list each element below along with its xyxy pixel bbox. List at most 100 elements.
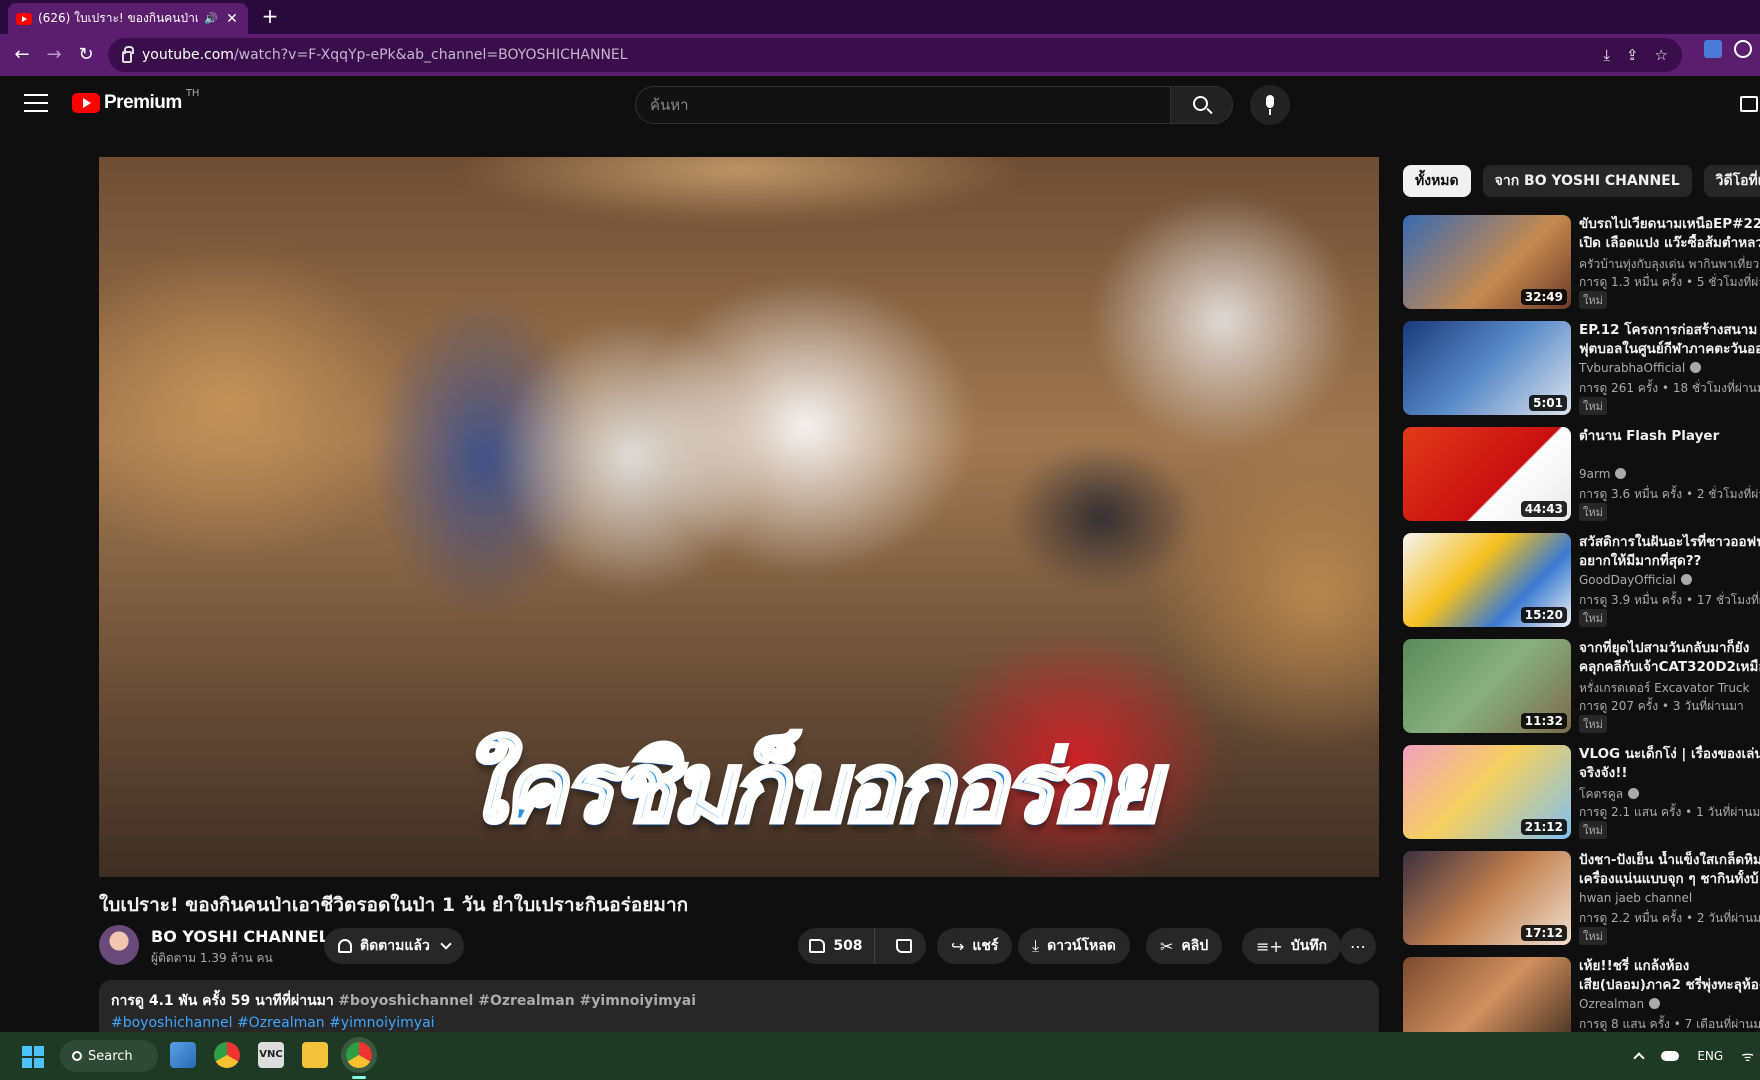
youtube-logo[interactable]: Premium TH (72, 88, 199, 114)
share-button[interactable]: ↪ แชร์ (937, 928, 1013, 964)
recommendations-list: 32:49 ขับรถไปเวียดนามเหนือEP#22 เเปิด เลื… (1403, 215, 1760, 1063)
language-indicator[interactable]: ENG (1697, 1049, 1723, 1063)
video-thumbnail[interactable]: 5:01 (1403, 321, 1571, 415)
like-dislike-group: 508 (798, 928, 926, 964)
description-box[interactable]: การดู 4.1 พัน ครั้ง 59 นาทีที่ผ่านมา #bo… (99, 980, 1379, 1040)
verified-check-icon (1649, 998, 1661, 1009)
save-label: บันทึก (1290, 938, 1327, 954)
video-thumbnail[interactable]: 32:49 (1403, 215, 1571, 309)
recommended-video-title[interactable]: เห้ย!!ชรี่ แกล้งห้อง เสีย(ปลอม)ภาค2 ชรี่พ… (1579, 957, 1760, 995)
reload-icon[interactable]: ↻ (70, 39, 102, 71)
subscribe-label: ติดตามแล้ว (360, 938, 430, 954)
download-label: ดาวน์โหลด (1047, 938, 1116, 954)
wifi-icon[interactable]: ᯤ (1741, 1047, 1754, 1066)
windows-start-icon[interactable] (22, 1046, 44, 1068)
recommended-channel-name[interactable]: ครัวบ้านทุ่งกับลุงเด่น พากินพาเที่ยว (1579, 255, 1759, 274)
url-path: /watch?v=F-XqqYp-ePk&ab_channel=BOYOSHIC… (233, 47, 628, 63)
file-explorer-icon[interactable] (302, 1042, 328, 1068)
search-input[interactable]: ค้นหา (635, 86, 1171, 124)
recommended-video-meta: การดู 207 ครั้ง • 3 วันที่ผ่านมา (1579, 699, 1744, 713)
recommended-video-title[interactable]: ปังชา-ปังเย็น น้ำแข็งใสเกล็ดหิมะ เครื่องแ… (1579, 851, 1760, 889)
recommended-video[interactable]: 17:12 ปังชา-ปังเย็น น้ำแข็งใสเกล็ดหิมะ เคร… (1403, 851, 1760, 945)
like-button[interactable]: 508 (798, 928, 875, 964)
recommended-channel-name[interactable]: Ozrealman (1579, 997, 1661, 1011)
hashtag-link[interactable]: #Ozrealman (237, 1015, 325, 1031)
chevron-down-icon (440, 938, 452, 950)
voice-search-button[interactable] (1250, 85, 1290, 125)
forward-arrow-icon[interactable]: → (38, 39, 70, 71)
install-app-icon[interactable]: ⤓ (1603, 46, 1610, 64)
microphone-icon (1266, 95, 1274, 108)
back-arrow-icon[interactable]: ← (6, 39, 38, 71)
video-thumbnail[interactable]: 15:20 (1403, 533, 1571, 627)
video-thumbnail[interactable]: 21:12 (1403, 745, 1571, 839)
hashtag-link[interactable]: #yimnoiyimyai (329, 1015, 434, 1031)
address-bar[interactable]: youtube.com/watch?v=F-XqqYp-ePk&ab_chann… (108, 38, 1682, 72)
video-player[interactable]: ใครชิมก็บอกอร่อย (99, 157, 1379, 877)
thumb-up-icon (809, 939, 826, 953)
profile-icon[interactable] (1734, 40, 1752, 58)
show-hidden-icons-icon[interactable] (1633, 1052, 1646, 1064)
chip-from-channel[interactable]: จาก BO YOSHI CHANNEL (1482, 165, 1692, 197)
recommended-video-title[interactable]: ขับรถไปเวียดนามเหนือEP#22 เเปิด เลือดแปง… (1579, 215, 1760, 253)
recommended-video[interactable]: 11:32 จากที่ยุดไปสามวันกลับมาก็ยัง คลุกคลี… (1403, 639, 1760, 733)
subscriber-count: ผู้ติดตาม 1.39 ล้าน คน (151, 951, 273, 965)
create-video-icon[interactable] (1740, 96, 1758, 112)
clip-button[interactable]: ✂ คลิป (1146, 928, 1223, 964)
recommended-video-title[interactable]: EP.12 โครงการก่อสร้างสนาม ฟุตบอลในศูนย์กี… (1579, 321, 1760, 359)
chip-all[interactable]: ทั้งหมด (1403, 165, 1471, 197)
search-button[interactable] (1171, 86, 1233, 124)
new-badge: ใหม่ (1579, 821, 1607, 839)
subscribe-button[interactable]: ติดตามแล้ว (324, 928, 464, 964)
recommended-video[interactable]: 44:43 ตำนาน Flash Player 9arm การดู 3.6 หมื… (1403, 427, 1760, 521)
recommended-channel-name[interactable]: hwan jaeb channel (1579, 891, 1692, 905)
vnc-viewer-icon[interactable]: VNC (258, 1042, 284, 1068)
hashtag-link[interactable]: #boyoshichannel (111, 1015, 233, 1031)
widgets-icon[interactable] (170, 1042, 196, 1068)
download-button[interactable]: ⤓ ดาวน์โหลด (1018, 928, 1130, 964)
recommended-channel-name[interactable]: หรั่งเกรดเดอร์ Excavator Truck (1579, 679, 1750, 698)
new-tab-button[interactable]: + (258, 4, 282, 28)
channel-name[interactable]: BO YOSHI CHANNEL (151, 927, 329, 946)
onedrive-cloud-icon[interactable] (1661, 1051, 1680, 1061)
recommended-video-title[interactable]: VLOG นะเด็กโง่ | เรื่องของเล่น เจริงจัง!… (1579, 745, 1760, 783)
translate-extension-icon[interactable] (1704, 40, 1722, 58)
video-thumbnail[interactable]: 11:32 (1403, 639, 1571, 733)
recommended-video[interactable]: 15:20 สวัสดิการในฝันอะไรที่ชาวออฟฟ อยากให้… (1403, 533, 1760, 627)
save-button[interactable]: ≡+ บันทึก (1242, 928, 1341, 964)
bookmark-star-icon[interactable]: ☆ (1655, 46, 1668, 64)
video-thumbnail[interactable]: 17:12 (1403, 851, 1571, 945)
chrome-icon[interactable] (214, 1042, 240, 1068)
channel-avatar[interactable] (99, 925, 139, 965)
chip-related[interactable]: วิดีโอที่เกี่ยว (1703, 165, 1760, 197)
more-actions-button[interactable]: ⋯ (1340, 928, 1376, 964)
description-hashtags: #boyoshichannel #Ozrealman #yimnoiyimyai (338, 993, 697, 1009)
browser-tab[interactable]: (626) ใบเปราะ! ของกินคนป่าเอาชี 🔊 ✕ (8, 3, 248, 34)
chrome-profile-icon[interactable] (346, 1042, 372, 1068)
video-duration: 17:12 (1520, 925, 1567, 941)
more-horizontal-icon: ⋯ (1350, 936, 1366, 956)
recommended-video-title[interactable]: สวัสดิการในฝันอะไรที่ชาวออฟฟ อยากให้มีมาก… (1579, 533, 1760, 571)
recommended-video[interactable]: 5:01 EP.12 โครงการก่อสร้างสนาม ฟุตบอลในศูน… (1403, 321, 1760, 415)
share-page-icon[interactable]: ⇪ (1626, 46, 1639, 64)
video-thumbnail[interactable]: 44:43 (1403, 427, 1571, 521)
recommended-video[interactable]: 32:49 ขับรถไปเวียดนามเหนือEP#22 เเปิด เลื… (1403, 215, 1760, 309)
verified-check-icon (1690, 362, 1702, 373)
new-badge: ใหม่ (1579, 503, 1607, 521)
recommended-channel-name[interactable]: GoodDayOfficial (1579, 573, 1692, 587)
browser-tab-strip: (626) ใบเปราะ! ของกินคนป่าเอาชี 🔊 ✕ + (0, 0, 1760, 34)
youtube-favicon-icon (16, 12, 32, 25)
recommended-channel-name[interactable]: 9arm (1579, 467, 1627, 481)
recommended-channel-name[interactable]: TvburabhaOfficial (1579, 361, 1702, 375)
dislike-button[interactable] (883, 928, 926, 964)
speaker-icon[interactable]: 🔊 (204, 12, 218, 25)
recommended-video-title[interactable]: ตำนาน Flash Player (1579, 427, 1760, 446)
recommended-channel-name[interactable]: โคตรคูล (1579, 785, 1640, 804)
lock-icon[interactable] (122, 46, 134, 63)
recommended-video-title[interactable]: จากที่ยุดไปสามวันกลับมาก็ยัง คลุกคลีกับเจ… (1579, 639, 1760, 677)
recommended-video[interactable]: 21:12 VLOG นะเด็กโง่ | เรื่องของเล่น เจริ… (1403, 745, 1760, 839)
bell-icon (338, 939, 352, 953)
tab-close-icon[interactable]: ✕ (224, 11, 240, 27)
taskbar-search[interactable]: Search (60, 1040, 158, 1072)
menu-icon[interactable] (24, 94, 48, 112)
